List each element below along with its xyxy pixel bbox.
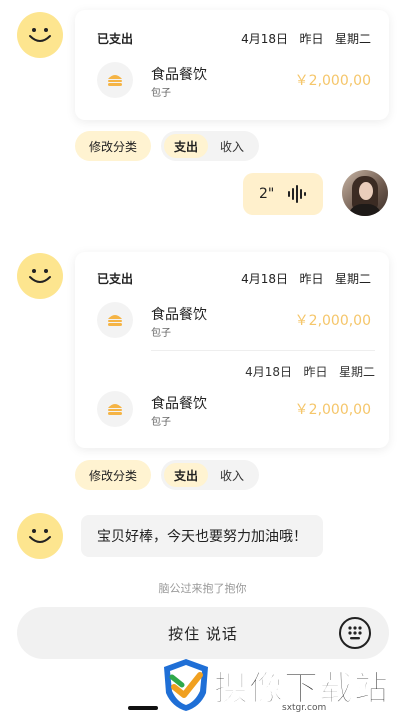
bot-avatar[interactable] xyxy=(17,12,63,58)
burger-icon xyxy=(97,391,133,427)
toggle-expense[interactable]: 支出 xyxy=(164,134,209,158)
bill-date-group: 4月18日 昨日 星期二 xyxy=(245,363,375,380)
bill-weekday: 星期二 xyxy=(338,365,375,379)
voice-message[interactable]: 2" xyxy=(243,173,323,215)
voice-duration: 2" xyxy=(259,186,275,202)
bill-status: 已支出 xyxy=(97,32,134,46)
keyboard-icon[interactable] xyxy=(339,617,371,649)
bill-actions: 修改分类 支出 收入 xyxy=(75,460,260,490)
bill-date-group: 4月18日 昨日 星期二 xyxy=(241,30,371,47)
toggle-expense[interactable]: 支出 xyxy=(164,463,209,487)
bill-date: 4月18日 xyxy=(241,32,289,46)
shield-logo-icon xyxy=(164,659,208,711)
toggle-income[interactable]: 收入 xyxy=(208,134,256,158)
bill-weekday: 星期二 xyxy=(334,32,371,46)
bill-card-header: 已支出 4月18日 昨日 星期二 xyxy=(97,270,371,287)
bill-amount: ￥2,000,00 xyxy=(294,313,371,329)
edit-category-button[interactable]: 修改分类 xyxy=(75,460,152,490)
bill-card[interactable]: 已支出 4月18日 昨日 星期二 食品餐饮 包子 ￥2,000,00 4月18日… xyxy=(75,252,389,448)
bill-entry[interactable]: 食品餐饮 包子 ￥2,000,00 xyxy=(97,302,371,342)
bill-note: 包子 xyxy=(151,417,171,428)
bill-entry[interactable]: 食品餐饮 包子 ￥2,000,00 xyxy=(97,62,371,102)
bill-amount: ￥2,000,00 xyxy=(294,73,371,89)
bill-weekday: 星期二 xyxy=(334,272,371,286)
bill-day: 昨日 xyxy=(299,272,324,286)
bill-day: 昨日 xyxy=(299,32,324,46)
bill-date: 4月18日 xyxy=(241,272,289,286)
burger-icon xyxy=(97,302,133,338)
bill-entry[interactable]: 食品餐饮 包子 ￥2,000,00 xyxy=(97,391,371,431)
text-message[interactable]: 宝贝好棒，今天也要努力加油哦！ xyxy=(81,515,323,557)
push-to-talk-button[interactable]: 按住 说话 xyxy=(17,623,389,644)
bill-category: 食品餐饮 xyxy=(151,67,207,83)
expense-income-toggle[interactable]: 支出 收入 xyxy=(161,131,260,161)
user-avatar[interactable] xyxy=(342,170,388,216)
home-indicator xyxy=(128,706,158,710)
watermark: 摄像下载站 sxtgr.com xyxy=(156,655,396,720)
bill-note: 包子 xyxy=(151,88,171,99)
expense-income-toggle[interactable]: 支出 收入 xyxy=(161,460,260,490)
bill-card-header: 已支出 4月18日 昨日 星期二 xyxy=(97,30,371,47)
bill-actions: 修改分类 支出 收入 xyxy=(75,131,260,161)
divider xyxy=(151,350,375,351)
toggle-income[interactable]: 收入 xyxy=(208,463,256,487)
bill-category: 食品餐饮 xyxy=(151,307,207,323)
smile-icon xyxy=(29,28,51,42)
bill-date: 4月18日 xyxy=(245,365,293,379)
input-bar: 按住 说话 xyxy=(17,607,389,659)
bill-card[interactable]: 已支出 4月18日 昨日 星期二 食品餐饮 包子 ￥2,000,00 xyxy=(75,10,389,120)
bill-day: 昨日 xyxy=(303,365,328,379)
bill-note: 包子 xyxy=(151,328,171,339)
system-tip: 脑公过来抱了抱你 xyxy=(158,582,247,595)
edit-category-button[interactable]: 修改分类 xyxy=(75,131,152,161)
bill-amount: ￥2,000,00 xyxy=(294,402,371,418)
smile-icon xyxy=(29,269,51,283)
watermark-url: sxtgr.com xyxy=(282,703,327,713)
bill-status: 已支出 xyxy=(97,272,134,286)
bot-avatar[interactable] xyxy=(17,513,63,559)
bot-avatar[interactable] xyxy=(17,253,63,299)
bill-date-group: 4月18日 昨日 星期二 xyxy=(241,270,371,287)
burger-icon xyxy=(97,62,133,98)
smile-icon xyxy=(29,529,51,543)
voice-wave-icon xyxy=(288,185,306,203)
bill-category: 食品餐饮 xyxy=(151,396,207,412)
